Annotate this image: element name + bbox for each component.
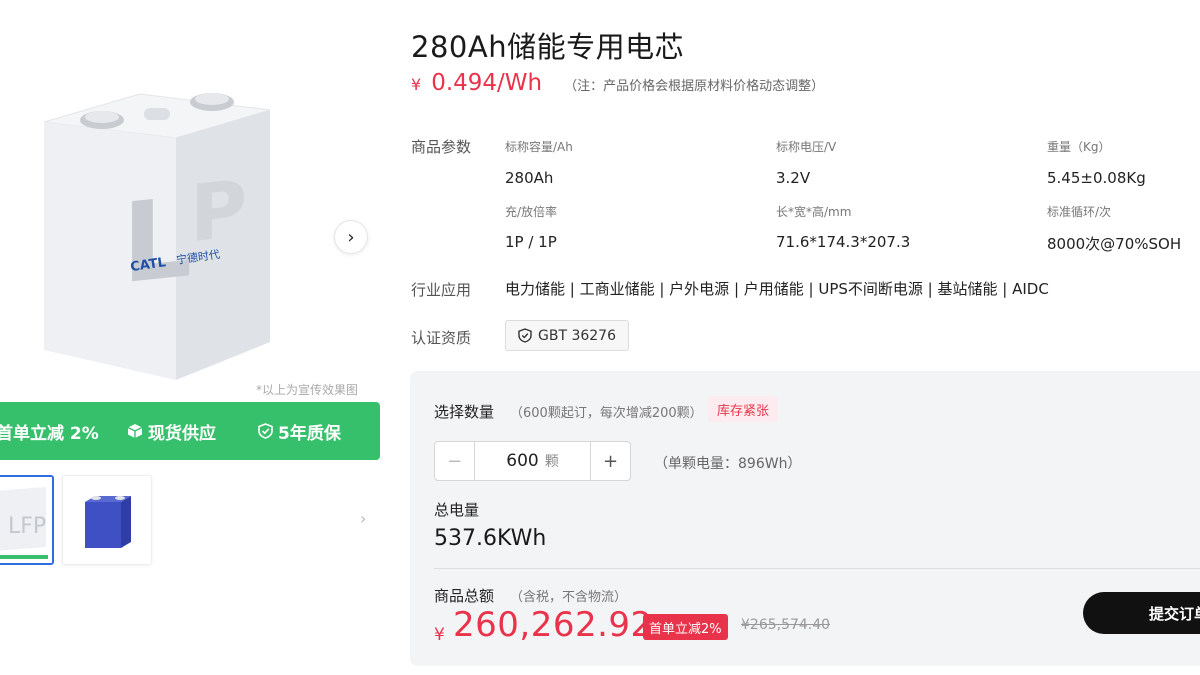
unit-price: ¥ 0.494/Wh （注：产品价格会根据原材料价格动态调整） bbox=[411, 70, 824, 96]
param-label: 标准循环/次 bbox=[1047, 205, 1112, 219]
total-price-value: 260,262.92 bbox=[453, 605, 653, 645]
thumbnail-cell-white: LFP bbox=[0, 477, 52, 563]
param-label: 标称电压/V bbox=[776, 140, 837, 154]
shield-icon bbox=[258, 423, 273, 439]
param-label: 标称容量/Ah bbox=[505, 140, 573, 154]
quantity-value: 600 bbox=[506, 451, 539, 471]
param-label: 重量（Kg） bbox=[1047, 140, 1111, 154]
increase-quantity-button[interactable]: + bbox=[590, 442, 630, 480]
next-image-button[interactable]: › bbox=[334, 220, 368, 254]
price-value: 0.494/Wh bbox=[431, 70, 543, 96]
battery-cell-image: L P CATL 宁德时代 bbox=[43, 93, 271, 380]
benefit-in-stock: 现货供应 bbox=[127, 419, 216, 444]
total-energy-value: 537.6KWh bbox=[434, 526, 547, 551]
cube-icon bbox=[127, 424, 143, 438]
total-price-label: 商品总额 bbox=[434, 587, 495, 605]
thumbnail-1[interactable]: LFP bbox=[0, 475, 54, 565]
image-disclaimer: *以上为宣传效果图 bbox=[256, 383, 359, 397]
quantity-display[interactable]: 600 颗 bbox=[475, 442, 590, 480]
quantity-unit: 颗 bbox=[544, 454, 559, 470]
param-value: 8000次@70%SOH bbox=[1047, 235, 1182, 253]
thumbnail-next-icon[interactable]: › bbox=[360, 509, 366, 528]
param-value: 3.2V bbox=[776, 169, 811, 187]
benefit-label: 首单立减 2% bbox=[0, 423, 99, 444]
discount-badge: 首单立减2% bbox=[643, 614, 728, 640]
benefit-label: 现货供应 bbox=[148, 423, 216, 444]
certification-section-label: 认证资质 bbox=[411, 329, 472, 347]
price-currency: ¥ bbox=[411, 75, 422, 94]
price-note: （注：产品价格会根据原材料价格动态调整） bbox=[564, 79, 825, 94]
quantity-hint: （600颗起订，每次增减200颗） bbox=[510, 406, 703, 421]
quantity-stepper: − 600 颗 + bbox=[434, 441, 631, 481]
benefit-label: 5年质保 bbox=[278, 423, 341, 444]
svg-text:P: P bbox=[190, 163, 247, 260]
total-price-hint: （含税，不含物流） bbox=[510, 590, 628, 605]
applications-list: 电力储能 | 工商业储能 | 户外电源 | 户用储能 | UPS不间断电源 | … bbox=[505, 280, 1049, 298]
chevron-right-icon: › bbox=[347, 226, 355, 248]
single-cell-energy: （单颗电量：896Wh） bbox=[654, 456, 802, 472]
benefit-warranty: 5年质保 bbox=[258, 419, 341, 444]
param-value: 5.45±0.08Kg bbox=[1047, 169, 1146, 187]
certification-badge: GBT 36276 bbox=[505, 320, 629, 351]
decrease-quantity-button[interactable]: − bbox=[435, 442, 475, 480]
product-image-main: L P CATL 宁德时代 › *以上为宣传效果图 bbox=[0, 0, 380, 400]
submit-order-button[interactable]: 提交订单 bbox=[1083, 592, 1200, 634]
param-value: 280Ah bbox=[505, 169, 554, 187]
applications-section-label: 行业应用 bbox=[411, 281, 472, 299]
param-label: 充/放倍率 bbox=[505, 205, 558, 219]
total-energy-label: 总电量 bbox=[434, 501, 480, 519]
thumbnail-2[interactable] bbox=[62, 475, 152, 565]
shield-check-icon bbox=[518, 328, 532, 343]
svg-text:L: L bbox=[122, 174, 192, 309]
product-title: 280Ah储能专用电芯 bbox=[411, 30, 685, 64]
total-price-currency: ¥ bbox=[434, 625, 445, 645]
svg-text:LFP: LFP bbox=[8, 514, 46, 539]
benefits-bar: 首单立减 2% 现货供应 5年质保 bbox=[0, 402, 380, 460]
param-value: 1P / 1P bbox=[505, 233, 557, 251]
certification-label: GBT 36276 bbox=[538, 327, 616, 344]
param-label: 长*宽*高/mm bbox=[776, 205, 852, 219]
stock-status-badge: 库存紧张 bbox=[708, 396, 779, 422]
panel-divider bbox=[434, 568, 1200, 569]
original-price: ¥265,574.40 bbox=[741, 617, 831, 633]
thumbnail-cell-blue bbox=[63, 476, 151, 564]
param-value: 71.6*174.3*207.3 bbox=[776, 233, 911, 251]
benefit-first-order-discount: 首单立减 2% bbox=[0, 419, 99, 444]
quantity-label: 选择数量 bbox=[434, 403, 495, 421]
purchase-panel: 选择数量 （600颗起订，每次增减200颗） 库存紧张 − 600 颗 + （单… bbox=[410, 371, 1200, 666]
params-section-label: 商品参数 bbox=[411, 138, 472, 156]
